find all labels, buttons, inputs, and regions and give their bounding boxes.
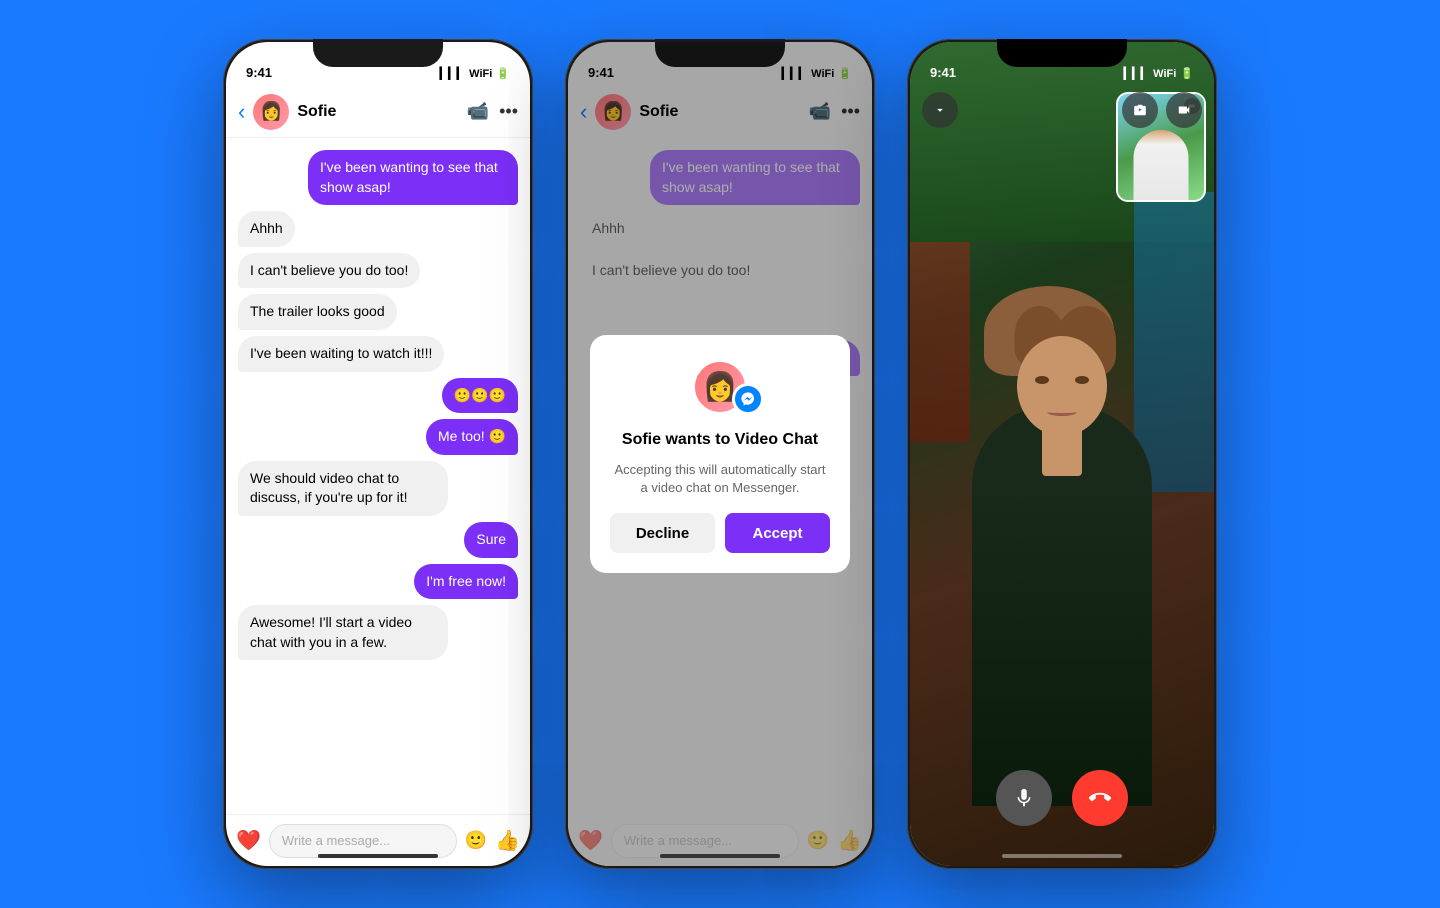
bubble-recv-6: Awesome! I'll start a video chat with yo… xyxy=(238,605,448,660)
bubble-sent-me-too: Me too! 🙂 xyxy=(426,419,518,455)
phone-1-screen: 9:41 ▎▎▎ WiFi 🔋 ‹ 👩 Sofie 📹 ••• I've bee… xyxy=(226,42,530,866)
input-bar-1: ❤️ Write a message... 🙂 👍 xyxy=(226,814,530,866)
blue-element xyxy=(1134,192,1214,492)
phone-3-screen: ✏ 9:41 ▎▎▎ WiFi 🔋 xyxy=(910,42,1214,866)
input-placeholder-1: Write a message... xyxy=(282,833,390,848)
status-icons-3: ▎▎▎ WiFi 🔋 xyxy=(1124,67,1194,80)
modal-title: Sofie wants to Video Chat xyxy=(622,431,818,449)
status-icons-1: ▎▎▎ WiFi 🔋 xyxy=(440,67,510,80)
message-row-sent-1: I've been wanting to see that show asap! xyxy=(238,150,518,205)
message-input-1[interactable]: Write a message... xyxy=(269,824,457,858)
video-call-icon-1[interactable]: 📹 xyxy=(467,101,489,122)
contact-name-1: Sofie xyxy=(297,103,458,121)
phone-1: 9:41 ▎▎▎ WiFi 🔋 ‹ 👩 Sofie 📹 ••• I've bee… xyxy=(223,39,533,869)
status-bar-3: 9:41 ▎▎▎ WiFi 🔋 xyxy=(910,42,1214,86)
message-row-sent-4: Sure xyxy=(238,522,518,558)
phone-2-screen: 9:41 ▎▎▎ WiFi 🔋 ‹ 👩 Sofie 📹 ••• I've bee… xyxy=(568,42,872,866)
message-row-sent-2: 🙂🙂🙂 xyxy=(238,378,518,414)
flip-camera-button[interactable] xyxy=(1122,92,1158,128)
home-indicator-3 xyxy=(1002,854,1122,858)
person-face xyxy=(1017,336,1107,436)
signal-icon: ▎▎▎ xyxy=(440,67,465,80)
end-call-button[interactable] xyxy=(1072,770,1128,826)
phone-2: 9:41 ▎▎▎ WiFi 🔋 ‹ 👩 Sofie 📹 ••• I've bee… xyxy=(565,39,875,869)
message-row-sent-5: I'm free now! xyxy=(238,564,518,600)
home-indicator-1 xyxy=(318,854,438,858)
phone-3: ✏ 9:41 ▎▎▎ WiFi 🔋 xyxy=(907,39,1217,869)
status-time-3: 9:41 xyxy=(930,65,956,80)
contact-avatar-1: 👩 xyxy=(253,94,289,130)
smile xyxy=(1047,408,1077,416)
accept-button[interactable]: Accept xyxy=(725,513,830,553)
signal-icon-3: ▎▎▎ xyxy=(1124,67,1149,80)
bubble-recv-1: Ahhh xyxy=(238,211,295,247)
nav-bar-1: ‹ 👩 Sofie 📹 ••• xyxy=(226,86,530,138)
more-icon-1[interactable]: ••• xyxy=(499,101,518,122)
notch-1 xyxy=(313,39,443,67)
video-chat-modal: 👩 Sofie wants to Video Chat Accepting th… xyxy=(590,335,850,573)
modal-overlay: 👩 Sofie wants to Video Chat Accepting th… xyxy=(568,42,872,866)
thumb-icon-1[interactable]: 👍 xyxy=(495,828,520,853)
messenger-icon-badge xyxy=(732,383,764,415)
thumb-person-shape xyxy=(1134,130,1189,200)
emoji-icon-1[interactable]: 🙂 xyxy=(465,830,487,851)
message-row-recv-3: The trailer looks good xyxy=(238,294,518,330)
modal-buttons: Decline Accept xyxy=(610,513,830,553)
message-row-sent-3: Me too! 🙂 xyxy=(238,419,518,455)
battery-icon: 🔋 xyxy=(496,67,510,80)
bubble-sure: Sure xyxy=(464,522,518,558)
bubble-recv-3: The trailer looks good xyxy=(238,294,397,330)
modal-avatar-group: 👩 xyxy=(692,359,748,415)
bubble-recv-5: We should video chat to discuss, if you'… xyxy=(238,461,448,516)
nav-action-icons-1: 📹 ••• xyxy=(467,101,518,122)
message-row-recv-2: I can't believe you do too! xyxy=(238,253,518,289)
home-indicator-2 xyxy=(660,854,780,858)
wifi-icon: WiFi xyxy=(469,68,492,80)
battery-icon-3: 🔋 xyxy=(1180,67,1194,80)
message-row-recv-4: I've been waiting to watch it!!! xyxy=(238,336,518,372)
red-accent xyxy=(910,242,970,442)
like-icon-1[interactable]: ❤️ xyxy=(236,828,261,853)
status-time-1: 9:41 xyxy=(246,65,272,80)
minimize-button[interactable] xyxy=(922,92,958,128)
modal-subtitle: Accepting this will automatically start … xyxy=(610,461,830,497)
bubble-sent-1: I've been wanting to see that show asap! xyxy=(308,150,518,205)
video-top-controls xyxy=(922,92,1202,128)
left-eye xyxy=(1035,376,1049,384)
back-button-1[interactable]: ‹ xyxy=(238,99,245,125)
bubble-sent-2: 🙂🙂🙂 xyxy=(442,378,518,414)
wifi-icon-3: WiFi xyxy=(1153,68,1176,80)
bubble-recv-4: I've been waiting to watch it!!! xyxy=(238,336,444,372)
top-right-controls xyxy=(1122,92,1202,128)
chat-area-1: I've been wanting to see that show asap!… xyxy=(226,138,530,814)
message-row-recv-1: Ahhh xyxy=(238,211,518,247)
video-call-controls xyxy=(910,770,1214,826)
message-row-recv-6: Awesome! I'll start a video chat with yo… xyxy=(238,605,518,660)
bubble-recv-2: I can't believe you do too! xyxy=(238,253,420,289)
decline-button[interactable]: Decline xyxy=(610,513,715,553)
right-eye xyxy=(1075,376,1089,384)
mute-button[interactable] xyxy=(996,770,1052,826)
message-row-recv-5: We should video chat to discuss, if you'… xyxy=(238,461,518,516)
camera-toggle-button[interactable] xyxy=(1166,92,1202,128)
bubble-free-now-1: I'm free now! xyxy=(414,564,518,600)
